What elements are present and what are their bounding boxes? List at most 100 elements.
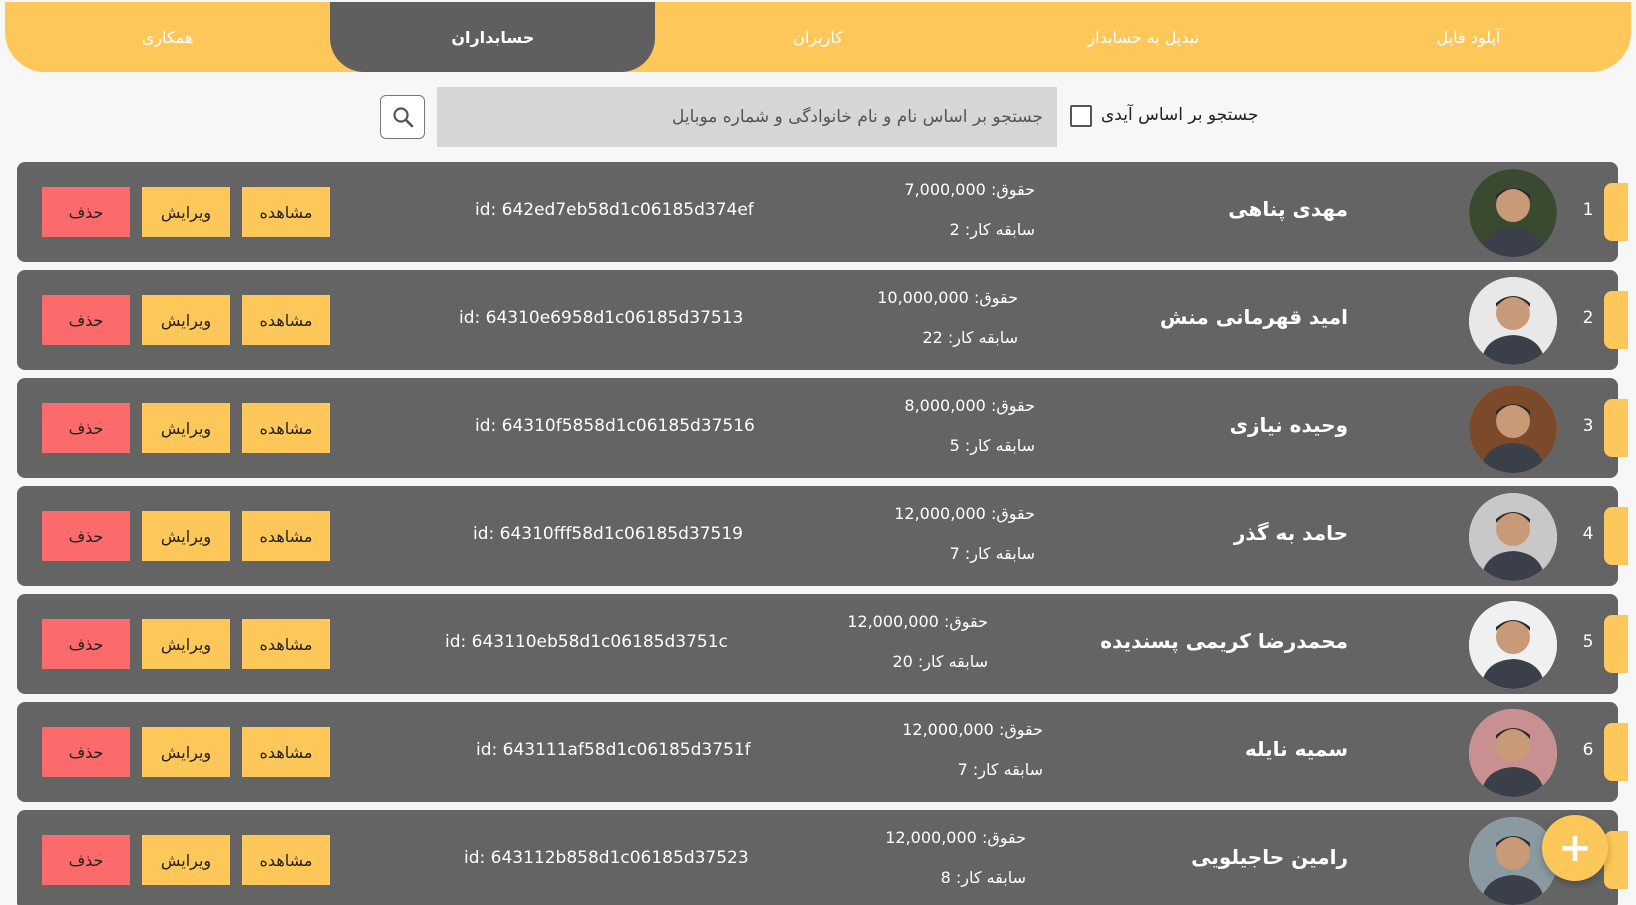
salary-value: 12,000,000 — [894, 504, 986, 523]
accountant-row: 4 حامد به گذر حقوق: 12,000,000 سابقه کار… — [17, 486, 1628, 586]
accountant-row: 7 رامین حاجیلویی حقوق: 12,000,000 سابقه … — [17, 810, 1628, 905]
avatar — [1469, 709, 1557, 797]
add-accountant-button[interactable]: + — [1542, 815, 1608, 881]
edit-button[interactable]: ویرایش — [142, 295, 230, 345]
avatar — [1469, 601, 1557, 689]
experience-line: سابقه کار: 2 — [950, 220, 1035, 239]
view-button[interactable]: مشاهده — [242, 511, 330, 561]
accountant-row: 6 سمیه نایله حقوق: 12,000,000 سابقه کار:… — [17, 702, 1628, 802]
salary-line: حقوق: 12,000,000 — [902, 720, 1043, 739]
edit-button[interactable]: ویرایش — [142, 511, 230, 561]
experience-value: 2 — [949, 220, 960, 239]
search-button[interactable] — [380, 95, 425, 139]
salary-line: حقوق: 12,000,000 — [885, 828, 1026, 847]
row-accent-tab — [1604, 831, 1628, 889]
experience-line: سابقه کار: 22 — [922, 328, 1018, 347]
search-bar: جستجو بر اساس آیدی — [0, 87, 1636, 147]
experience-label: سابقه کار: — [964, 436, 1035, 455]
salary-label: حقوق: — [990, 180, 1035, 199]
view-button[interactable]: مشاهده — [242, 727, 330, 777]
accountant-id: id: 642ed7eb58d1c06185d374ef — [475, 200, 754, 220]
edit-button[interactable]: ویرایش — [142, 727, 230, 777]
salary-line: حقوق: 8,000,000 — [904, 396, 1035, 415]
avatar — [1469, 169, 1557, 257]
experience-label: سابقه کار: — [964, 220, 1035, 239]
view-button[interactable]: مشاهده — [242, 619, 330, 669]
search-input[interactable] — [437, 87, 1057, 147]
experience-value: 7 — [949, 544, 960, 563]
accountant-name: مهدی پناهی — [1228, 197, 1348, 221]
search-by-id-checkbox[interactable] — [1070, 105, 1092, 127]
tab-convert-to-accountant[interactable]: تبدیل به حسابدار — [981, 2, 1306, 72]
delete-button[interactable]: حذف — [42, 727, 130, 777]
accountant-id: id: 64310fff58d1c06185d37519 — [473, 524, 743, 544]
row-accent-tab — [1604, 183, 1628, 241]
salary-label: حقوق: — [981, 828, 1026, 847]
delete-button[interactable]: حذف — [42, 187, 130, 237]
edit-button[interactable]: ویرایش — [142, 187, 230, 237]
search-icon — [392, 107, 413, 128]
accountant-id: id: 643112b858d1c06185d37523 — [464, 848, 749, 868]
salary-label: حقوق: — [990, 396, 1035, 415]
salary-value: 12,000,000 — [902, 720, 994, 739]
tab-users[interactable]: کاربران — [655, 2, 980, 72]
row-accent-tab — [1604, 291, 1628, 349]
salary-label: حقوق: — [973, 288, 1018, 307]
salary-line: حقوق: 7,000,000 — [904, 180, 1035, 199]
accountant-name: امید قهرمانی منش — [1159, 305, 1348, 329]
salary-line: حقوق: 12,000,000 — [894, 504, 1035, 523]
accountant-name: رامین حاجیلویی — [1191, 845, 1348, 869]
salary-label: حقوق: — [990, 504, 1035, 523]
plus-icon: + — [1558, 825, 1592, 871]
accountant-id: id: 643111af58d1c06185d3751f — [476, 740, 751, 760]
accountant-row: 2 امید قهرمانی منش حقوق: 10,000,000 سابق… — [17, 270, 1628, 370]
accountant-name: محمدرضا کریمی پسندیده — [1100, 629, 1348, 653]
search-by-id-label: جستجو بر اساس آیدی — [1101, 105, 1259, 125]
row-accent-tab — [1604, 615, 1628, 673]
row-index: 4 — [1582, 524, 1594, 544]
accountant-name: حامد به گذر — [1233, 521, 1348, 545]
experience-value: 8 — [940, 868, 951, 887]
delete-button[interactable]: حذف — [42, 511, 130, 561]
avatar — [1469, 277, 1557, 365]
salary-value: 7,000,000 — [904, 180, 986, 199]
row-index: 6 — [1582, 740, 1594, 760]
accountant-id: id: 64310f5858d1c06185d37516 — [475, 416, 755, 436]
salary-value: 8,000,000 — [904, 396, 986, 415]
accountant-id: id: 643110eb58d1c06185d3751c — [445, 632, 728, 652]
experience-line: سابقه کار: 7 — [950, 544, 1035, 563]
salary-line: حقوق: 12,000,000 — [847, 612, 988, 631]
row-index: 3 — [1582, 416, 1594, 436]
row-index: 2 — [1582, 308, 1594, 328]
salary-value: 12,000,000 — [885, 828, 977, 847]
view-button[interactable]: مشاهده — [242, 835, 330, 885]
edit-button[interactable]: ویرایش — [142, 619, 230, 669]
delete-button[interactable]: حذف — [42, 619, 130, 669]
experience-label: سابقه کار: — [947, 328, 1018, 347]
salary-value: 12,000,000 — [847, 612, 939, 631]
experience-line: سابقه کار: 5 — [950, 436, 1035, 455]
experience-value: 5 — [949, 436, 960, 455]
delete-button[interactable]: حذف — [42, 835, 130, 885]
row-index: 5 — [1582, 632, 1594, 652]
tab-upload-file[interactable]: آپلود فایل — [1306, 2, 1631, 72]
salary-label: حقوق: — [943, 612, 988, 631]
accountant-row: 3 وحیده نیازی حقوق: 8,000,000 سابقه کار:… — [17, 378, 1628, 478]
delete-button[interactable]: حذف — [42, 403, 130, 453]
row-index: 1 — [1582, 200, 1594, 220]
accountant-row: 1 مهدی پناهی حقوق: 7,000,000 سابقه کار: … — [17, 162, 1628, 262]
tab-cooperation[interactable]: همکاری — [5, 2, 330, 72]
experience-value: 22 — [922, 328, 943, 347]
view-button[interactable]: مشاهده — [242, 187, 330, 237]
experience-label: سابقه کار: — [972, 760, 1043, 779]
salary-line: حقوق: 10,000,000 — [877, 288, 1018, 307]
experience-value: 7 — [957, 760, 968, 779]
view-button[interactable]: مشاهده — [242, 295, 330, 345]
experience-line: سابقه کار: 20 — [892, 652, 988, 671]
edit-button[interactable]: ویرایش — [142, 835, 230, 885]
view-button[interactable]: مشاهده — [242, 403, 330, 453]
delete-button[interactable]: حذف — [42, 295, 130, 345]
edit-button[interactable]: ویرایش — [142, 403, 230, 453]
tab-accountants[interactable]: حسابداران — [330, 2, 656, 72]
accountant-id: id: 64310e6958d1c06185d37513 — [459, 308, 744, 328]
